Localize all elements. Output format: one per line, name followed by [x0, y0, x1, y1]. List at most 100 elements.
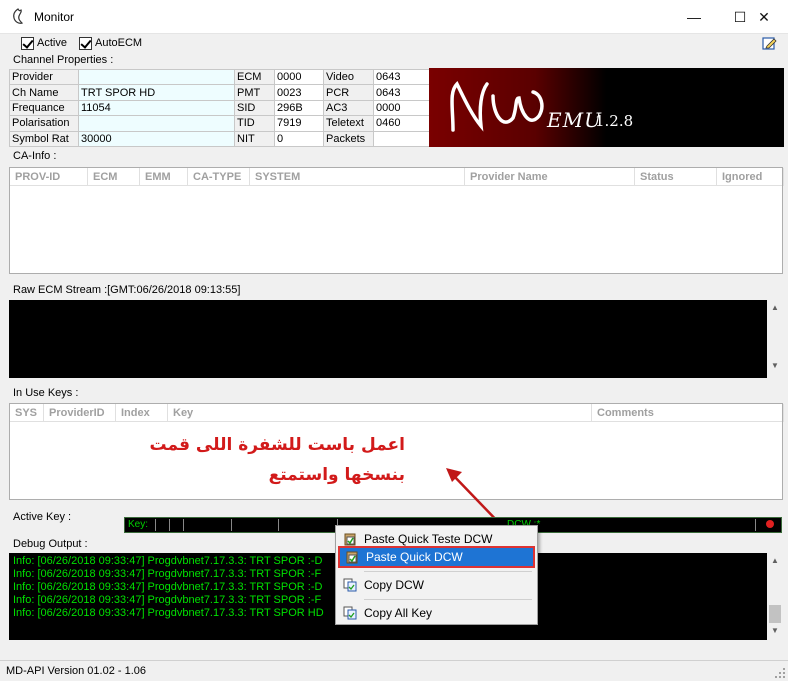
edit-icon[interactable] — [762, 36, 777, 50]
close-icon: ✕ — [758, 8, 770, 25]
context-menu: Paste Quick Teste DCW Paste Quick DCW Co… — [335, 525, 538, 625]
channel-row: Ch Name TRT SPOR HD PMT 0023 PCR 0643 — [9, 84, 430, 101]
channel-row: Symbol Rat 30000 NIT 0 Packets — [9, 130, 430, 148]
scroll-down-icon[interactable]: ▼ — [771, 626, 779, 635]
ca-info-column-header[interactable]: Status — [635, 168, 717, 186]
channel-field-label: TID — [234, 115, 275, 132]
title-bar — [0, 0, 788, 34]
channel-field-value: 11054 — [78, 99, 235, 117]
debug-line: Info: [06/26/2018 09:33:47] Progdvbnet7.… — [13, 568, 322, 580]
window-title: Monitor — [34, 10, 75, 24]
channel-field-value: 0643 — [373, 68, 430, 86]
version-text: MD-API Version 01.02 - 1.06 — [6, 665, 147, 677]
debug-scrollbar[interactable]: ▲ ▼ — [767, 553, 783, 640]
channel-field-label: Frequance — [9, 99, 79, 117]
in-use-keys-column-header[interactable]: Comments — [592, 404, 784, 422]
ca-info-column-header[interactable]: ECM — [88, 168, 140, 186]
scroll-down-icon[interactable]: ▼ — [767, 361, 783, 370]
in-use-keys-header: SYS ProviderID Index Key Comments — [10, 404, 784, 422]
app-icon — [10, 8, 26, 26]
channel-field-label: Teletext — [323, 115, 374, 132]
active-label: Active — [37, 37, 67, 49]
annotation-line-1: اعمل باست للشفرة اللى قمت — [149, 435, 405, 455]
nwemu-logo: EMU 1.2.8 — [429, 68, 784, 147]
channel-field-value: 30000 — [78, 130, 235, 148]
channel-field-label: ECM — [234, 68, 275, 86]
channel-field-value: 7919 — [274, 115, 324, 132]
scroll-thumb[interactable] — [769, 605, 781, 623]
in-use-keys-column-header[interactable]: Key — [168, 404, 592, 422]
ca-info-column-header[interactable]: Provider Name — [465, 168, 635, 186]
minimize-button[interactable]: — — [671, 0, 717, 34]
channel-field-value: 0023 — [274, 84, 324, 101]
menu-item-paste-quick-dcw[interactable]: Paste Quick DCW — [338, 546, 535, 568]
key-label: Key: — [128, 519, 149, 530]
channel-field-value: 0643 — [373, 84, 430, 101]
checkmark-icon — [21, 36, 34, 50]
channel-field-label: Ch Name — [9, 84, 79, 101]
status-led-icon — [766, 520, 774, 528]
channel-row: Polarisation TID 7919 Teletext 0460 — [9, 115, 430, 132]
menu-item-copy-dcw[interactable]: Copy DCW — [338, 574, 535, 596]
channel-field-value — [78, 115, 235, 132]
ca-info-column-header[interactable]: EMM — [140, 168, 188, 186]
scroll-up-icon[interactable]: ▲ — [767, 556, 783, 565]
channel-field-label: Symbol Rat — [9, 130, 79, 148]
in-use-keys-column-header[interactable]: SYS — [10, 404, 44, 422]
raw-ecm-label: Raw ECM Stream :[GMT:06/26/2018 09:13:55… — [13, 284, 241, 296]
nwemu-logo-art — [450, 81, 544, 132]
channel-field-value: 0 — [274, 130, 324, 148]
scroll-up-icon[interactable]: ▲ — [767, 303, 783, 312]
paste-icon — [342, 531, 358, 547]
channel-field-value: 0000 — [274, 68, 324, 86]
channel-field-label: Video — [323, 68, 374, 86]
menu-item-copy-all-key[interactable]: Copy All Key — [338, 602, 535, 624]
channel-field-label: Provider — [9, 68, 79, 86]
debug-line: Info: [06/26/2018 09:33:47] Progdvbnet7.… — [13, 581, 323, 593]
channel-field-label: Polarisation — [9, 115, 79, 132]
menu-separator — [364, 571, 532, 572]
channel-field-value — [78, 68, 235, 86]
ca-info-column-header[interactable]: PROV-ID — [10, 168, 88, 186]
checkmark-icon — [79, 36, 92, 50]
channel-field-value: 0000 — [373, 99, 430, 117]
logo-version: 1.2.8 — [595, 112, 634, 130]
channel-field-value — [373, 130, 430, 148]
logo-brand: EMU — [547, 108, 602, 132]
active-key-label: Active Key : — [13, 511, 72, 523]
active-checkbox[interactable]: Active — [21, 36, 67, 50]
in-use-keys-column-header[interactable]: Index — [116, 404, 168, 422]
paste-icon — [344, 549, 360, 565]
debug-line: Info: [06/26/2018 09:33:47] Progdvbnet7.… — [13, 555, 323, 567]
ca-info-column-header[interactable]: Ignored — [717, 168, 784, 186]
ca-info-column-header[interactable]: CA-TYPE — [188, 168, 250, 186]
channel-field-value: 296B — [274, 99, 324, 117]
close-button[interactable]: ✕ — [741, 0, 787, 34]
status-bar: MD-API Version 01.02 - 1.06 — [0, 660, 788, 681]
channel-field-value: TRT SPOR HD — [78, 84, 235, 101]
channel-field-label: PMT — [234, 84, 275, 101]
ca-info-column-header[interactable]: SYSTEM — [250, 168, 465, 186]
ca-info-list[interactable]: PROV-ID ECM EMM CA-TYPE SYSTEM Provider Name S… — [9, 167, 784, 274]
channel-field-value: 0460 — [373, 115, 430, 132]
annotation-text: اعمل باست للشفرة اللى قمت بنسخها واستمتع — [130, 430, 405, 490]
autoecm-checkbox[interactable]: AutoECM — [79, 36, 142, 50]
channel-field-label: SID — [234, 99, 275, 117]
resize-grip-icon[interactable] — [774, 667, 786, 679]
debug-output-label: Debug Output : — [13, 538, 88, 550]
channel-row: Provider ECM 0000 Video 0643 — [9, 68, 430, 86]
raw-ecm-scrollbar[interactable]: ▲ ▼ — [767, 300, 783, 378]
in-use-keys-label: In Use Keys : — [13, 387, 79, 399]
channel-properties-label: Channel Properties : — [13, 54, 114, 66]
in-use-keys-column-header[interactable]: ProviderID — [44, 404, 116, 422]
debug-line: Info: [06/26/2018 09:33:47] Progdvbnet7.… — [13, 607, 324, 619]
channel-field-label: NIT — [234, 130, 275, 148]
annotation-line-2: بنسخها واستمتع — [268, 465, 405, 485]
copy-icon — [342, 605, 358, 621]
debug-line: Info: [06/26/2018 09:33:47] Progdvbnet7.… — [13, 594, 322, 606]
channel-field-label: AC3 — [323, 99, 374, 117]
channel-field-label: Packets — [323, 130, 374, 148]
autoecm-label: AutoECM — [95, 37, 143, 49]
raw-ecm-stream[interactable] — [9, 300, 767, 378]
copy-icon — [342, 577, 358, 593]
